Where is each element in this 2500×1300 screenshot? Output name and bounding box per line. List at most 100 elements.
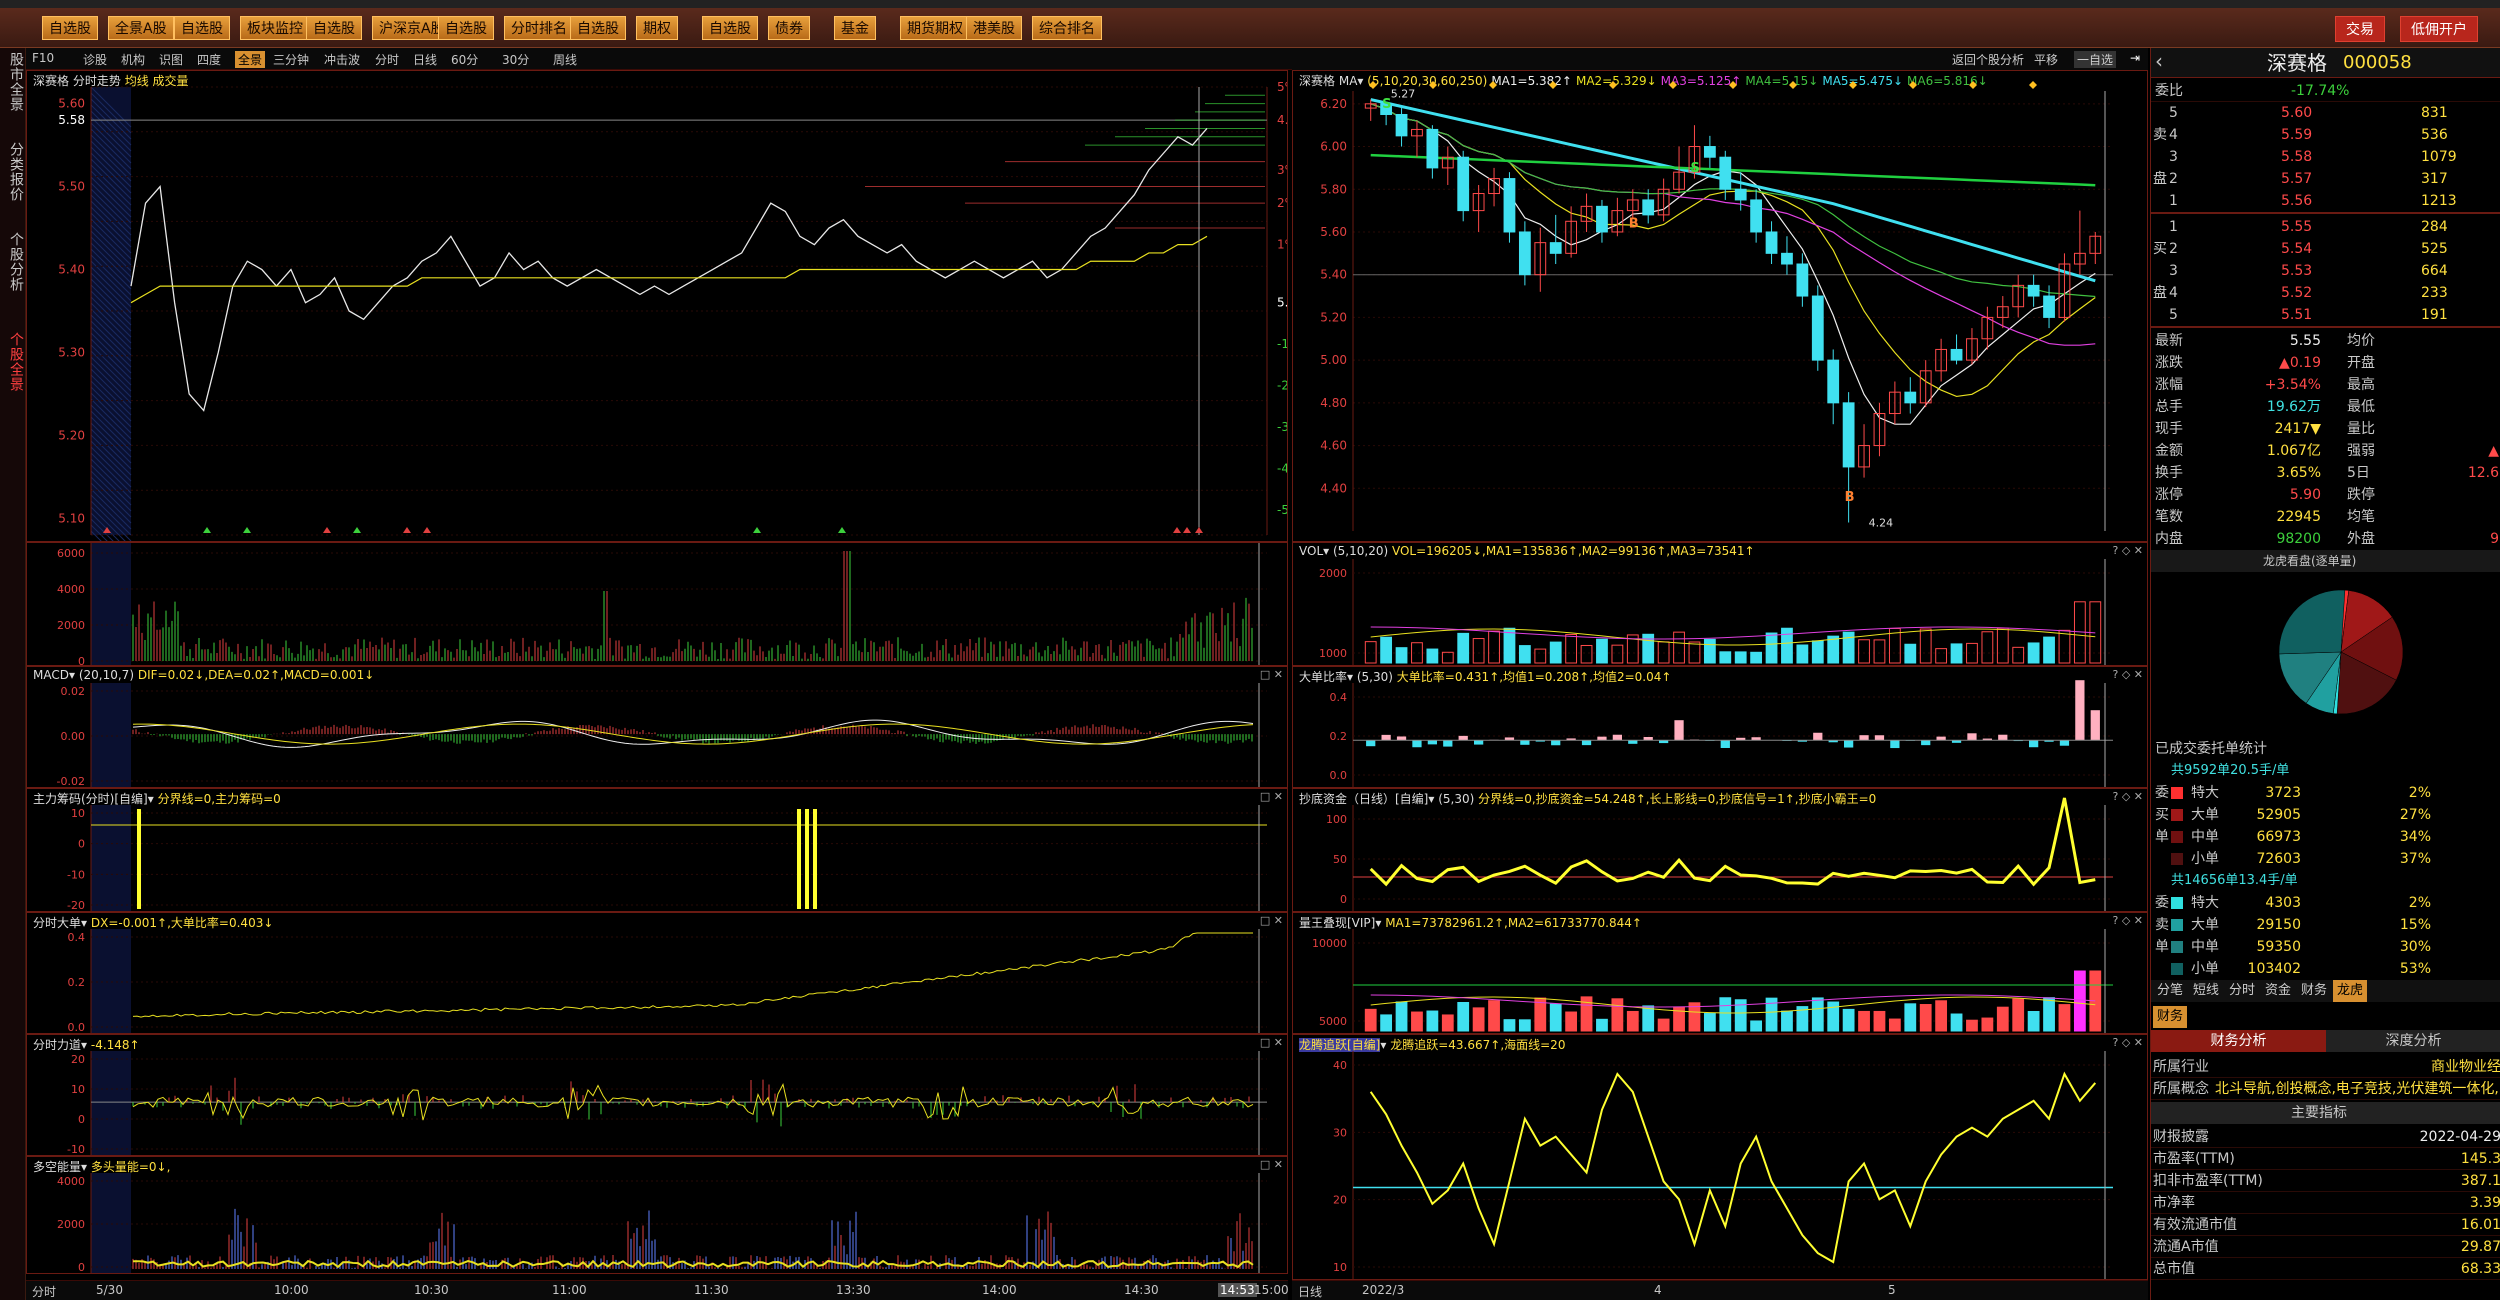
- ask-volume: 536: [2421, 127, 2448, 143]
- kline-high-label: 5.27: [1391, 88, 1416, 101]
- color-swatch: [2171, 897, 2183, 909]
- view-tab-6[interactable]: 三分钟: [273, 51, 309, 68]
- left-indicator-panel-4[interactable]: 多空能量▾ 多头量能=0↓, □ ✕ 4000 2000 0: [26, 1156, 1288, 1274]
- toolbar-button-3[interactable]: 板块监控: [240, 16, 310, 40]
- fin-value: 2022-04-29: [2419, 1129, 2500, 1145]
- deep-analysis-tab[interactable]: 深度分析: [2326, 1030, 2500, 1052]
- bid-row[interactable]: 3 5.53 664: [2151, 260, 2500, 282]
- view-tab-10[interactable]: 60分: [451, 51, 478, 68]
- open-account-button[interactable]: 低佣开户: [2400, 16, 2478, 42]
- kline-ytick: 5.20: [1320, 310, 1347, 324]
- toolbar-button-9[interactable]: 期权: [636, 16, 678, 40]
- intraday-volume-panel[interactable]: 6000 4000 2000 0: [26, 542, 1288, 666]
- finance-tab[interactable]: 财务: [2153, 1006, 2188, 1028]
- daily-indicator-panel-1[interactable]: 大单比率▾ (5,30) 大单比率=0.431↑,均值1=0.208↑,均值2=…: [1292, 666, 2148, 788]
- tab-4[interactable]: 财务: [2297, 980, 2331, 1002]
- toolbar-button-11[interactable]: 债券: [768, 16, 810, 40]
- vol-ytick: 4000: [57, 583, 85, 596]
- fin-row: 有效流通市值 16.01: [2151, 1214, 2500, 1236]
- daily-indicator-panel-0[interactable]: VOL▾ (5,10,20) VOL=196205↓,MA1=135836↑,M…: [1292, 542, 2148, 666]
- left-indicator-panel-1[interactable]: 主力筹码(分时)[自编]▾ 分界线=0,主力筹码=0 □ ✕ 10 0 -10 -20: [26, 788, 1288, 912]
- toolbar-button-13[interactable]: 期货期权: [900, 16, 970, 40]
- pan-link[interactable]: 平移: [2034, 51, 2058, 68]
- ask-row[interactable]: 盘 2 5.57 317: [2151, 168, 2500, 190]
- tab-1[interactable]: 短线: [2189, 980, 2223, 1002]
- daily-bottom-label[interactable]: 日线: [1298, 1283, 1322, 1300]
- daily-kline-panel[interactable]: 深赛格 MA▾ (5,10,20,30,60,250) MA1=5.382↑ MA2…: [1292, 70, 2148, 542]
- view-tab-4[interactable]: 四度: [197, 51, 221, 68]
- leftnav-item-0[interactable]: 股市全景: [2, 52, 24, 112]
- tab-2[interactable]: 分时: [2225, 980, 2259, 1002]
- kline-ytick: 4.60: [1320, 439, 1347, 453]
- collapse-icon[interactable]: ⇥: [2130, 51, 2140, 65]
- toolbar-button-2[interactable]: 自选股: [174, 16, 230, 40]
- left-view-toolbar: F10 诊股 机构 识图 四度 全景 三分钟 冲击波 分时 日线 60分 30分 周线: [26, 48, 1306, 70]
- tab-5[interactable]: 龙虎: [2333, 980, 2368, 1002]
- watchlist-dropdown[interactable]: 一自选: [2074, 51, 2117, 68]
- order-size-label: 特大: [2191, 895, 2219, 911]
- stat-label2: 开盘: [2347, 355, 2375, 371]
- ask-row[interactable]: 1 5.56 1213: [2151, 190, 2500, 212]
- view-tab-3[interactable]: 识图: [159, 51, 183, 68]
- bid-row[interactable]: 盘 4 5.52 233: [2151, 282, 2500, 304]
- toolbar-button-8[interactable]: 自选股: [570, 16, 626, 40]
- leftnav-item-3[interactable]: 个股全景: [2, 332, 24, 392]
- left-indicator-panel-2[interactable]: 分时大单▾ DX=-0.001↑,大单比率=0.403↓ □ ✕ 0.4 0.2 0.0: [26, 912, 1288, 1034]
- view-tab-2[interactable]: 机构: [121, 51, 145, 68]
- intraday-pct-tick: 3%: [1277, 163, 1288, 177]
- trade-button[interactable]: 交易: [2335, 16, 2385, 42]
- finance-analysis-tab[interactable]: 财务分析: [2151, 1030, 2326, 1052]
- view-tab-1[interactable]: 诊股: [83, 51, 107, 68]
- ask-row[interactable]: 5 5.60 831: [2151, 102, 2500, 124]
- daily-indicator-panel-3[interactable]: 量王叠现[VIP]▾ MA1=73782961.2↑,MA2=61733770.…: [1292, 912, 2148, 1034]
- bid-row[interactable]: 1 5.55 284: [2151, 216, 2500, 238]
- time-label: 10:30: [414, 1283, 449, 1297]
- intraday-bottom-label[interactable]: 分时: [32, 1283, 56, 1300]
- toolbar-button-10[interactable]: 自选股: [702, 16, 758, 40]
- toolbar-button-12[interactable]: 基金: [834, 16, 876, 40]
- return-stock-analysis-link[interactable]: 返回个股分析: [1952, 51, 2024, 68]
- view-tab-8[interactable]: 分时: [375, 51, 399, 68]
- intraday-chart-panel[interactable]: 深赛格 分时走势 均线 成交量 5.60 5.58 5.50 5.40 5.30 5.20…: [26, 70, 1288, 542]
- view-tab-12[interactable]: 周线: [553, 51, 577, 68]
- side-label: 卖: [2153, 127, 2167, 143]
- view-tab-7[interactable]: 冲击波: [324, 51, 360, 68]
- order-pct: 34%: [2399, 829, 2431, 845]
- daily-indicator-panel-2[interactable]: 抄底资金（日线）[自编]▾ (5,30) 分界线=0,抄底资金=54.248↑,…: [1292, 788, 2148, 912]
- view-tab-11[interactable]: 30分: [502, 51, 529, 68]
- view-tab-0[interactable]: F10: [32, 51, 54, 65]
- toolbar-button-4[interactable]: 自选股: [306, 16, 362, 40]
- toolbar-button-6[interactable]: 自选股: [438, 16, 494, 40]
- bid-row[interactable]: 5 5.51 191: [2151, 304, 2500, 326]
- indicator-svg: 4000 2000 0: [57, 1173, 1267, 1273]
- order-stat-title: 已成交委托单统计: [2155, 741, 2267, 757]
- leftnav-item-2[interactable]: 个股分析: [2, 232, 24, 292]
- left-indicator-panel-3[interactable]: 分时力道▾ -4.148↑ □ ✕ 20 10 0 -10: [26, 1034, 1288, 1156]
- tab-0[interactable]: 分笔: [2153, 980, 2187, 1002]
- tab-3[interactable]: 资金: [2261, 980, 2295, 1002]
- order-size-label: 中单: [2191, 829, 2219, 845]
- toolbar-button-0[interactable]: 自选股: [42, 16, 98, 40]
- kline-low-label: 4.24: [1869, 516, 1894, 529]
- ask-row[interactable]: 卖 4 5.59 536: [2151, 124, 2500, 146]
- kline-ytick: 5.80: [1320, 182, 1347, 196]
- bid-row[interactable]: 买 2 5.54 525: [2151, 238, 2500, 260]
- order-side-char: 委: [2155, 895, 2169, 911]
- back-icon[interactable]: ‹: [2155, 50, 2163, 72]
- stat-value2: 9: [2490, 531, 2499, 547]
- indicator-ytick: 0.4: [1330, 691, 1348, 704]
- view-tab-9[interactable]: 日线: [413, 51, 437, 68]
- leftnav-item-1[interactable]: 分类报价: [2, 142, 24, 202]
- toolbar-button-15[interactable]: 综合排名: [1032, 16, 1102, 40]
- daily-indicator-panel-4[interactable]: 龙腾追跃[自编]▾ 龙腾追跃=43.667↑,海面线=20? ◇ ✕ 40 30 20…: [1292, 1034, 2148, 1280]
- concept-row: 所属概念 北斗导航,创投概念,电子竞技,光伏建筑一体化,: [2151, 1078, 2500, 1100]
- bid-volume: 525: [2421, 241, 2448, 257]
- view-tab-5[interactable]: 全景: [235, 51, 266, 68]
- left-indicator-panel-0[interactable]: MACD▾ (20,10,7) DIF=0.02↓,DEA=0.02↑,MACD…: [26, 666, 1288, 788]
- ask-row[interactable]: 3 5.58 1079: [2151, 146, 2500, 168]
- toolbar-button-14[interactable]: 港美股: [966, 16, 1022, 40]
- daily-kline-svg: 6.20 6.00 5.80 5.60 5.40 5.20 5.00 4.80 4.60 4.40…: [1320, 81, 2113, 531]
- toolbar-button-7[interactable]: 分时排名: [504, 16, 574, 40]
- toolbar-button-1[interactable]: 全景A股: [108, 16, 174, 40]
- time-label: 14:30: [1124, 1283, 1159, 1297]
